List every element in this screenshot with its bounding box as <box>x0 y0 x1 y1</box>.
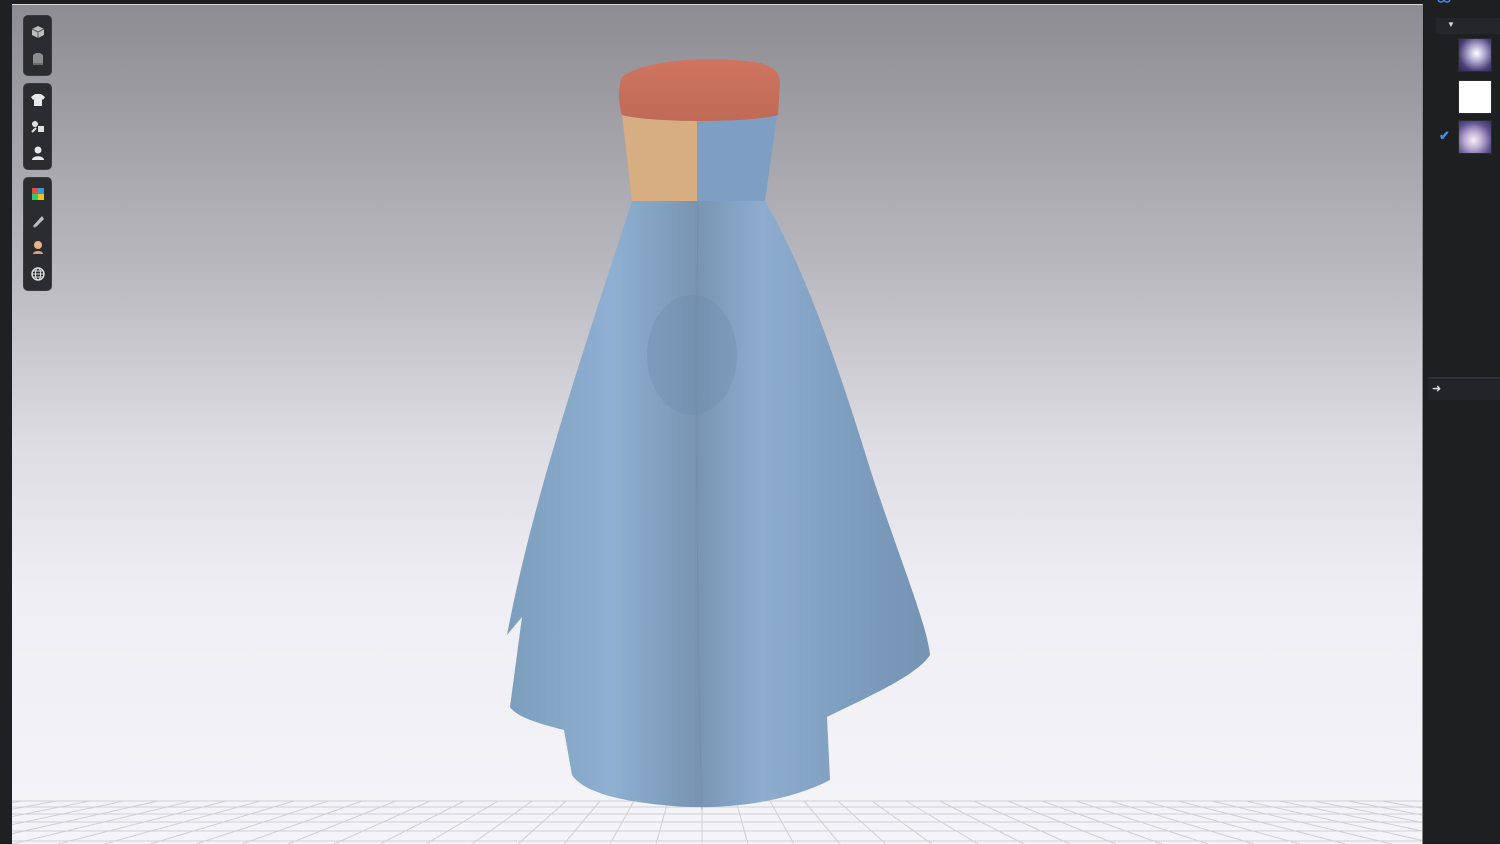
bodice-left-panel <box>622 115 697 201</box>
skirt-shadow <box>647 295 737 415</box>
view-cube-icon <box>31 26 44 39</box>
avatar-button[interactable] <box>27 142 49 164</box>
color-palette-button[interactable] <box>27 183 49 206</box>
bodice-top-band <box>619 59 780 121</box>
link-icon[interactable] <box>1437 0 1451 4</box>
dress-skirt <box>507 201 930 808</box>
check-icon: ✔ <box>1439 128 1450 143</box>
avatar-icon <box>31 146 44 160</box>
right-panel: ▼ ✔ ➜ <box>1424 0 1500 843</box>
fabric-render-button[interactable] <box>27 210 49 233</box>
shirt-button[interactable] <box>27 89 49 111</box>
panel-divider <box>1428 377 1500 379</box>
brush-tools-icon <box>30 121 44 134</box>
view-cube-button[interactable] <box>27 21 49 44</box>
thumbnail-3[interactable] <box>1458 120 1492 154</box>
skin-icon <box>32 241 43 255</box>
fabric-render-icon <box>32 215 44 228</box>
thumbnail-1[interactable] <box>1458 38 1492 72</box>
garment-layer-icon <box>32 52 43 65</box>
dress-model[interactable] <box>12 5 1422 844</box>
brush-tools-button[interactable] <box>27 115 49 137</box>
chevron-down-icon[interactable]: ▼ <box>1447 20 1455 29</box>
color-palette-icon <box>31 188 44 201</box>
toolbar-group-render <box>23 177 52 291</box>
3d-viewport[interactable] <box>12 4 1423 844</box>
toolbar-group-garment <box>23 83 52 170</box>
arrow-right-icon[interactable]: ➜ <box>1432 382 1441 395</box>
toolbar-group-view <box>23 15 52 76</box>
skin-button[interactable] <box>27 236 49 259</box>
shirt-icon <box>30 94 45 107</box>
panel-header[interactable]: ▼ <box>1436 18 1500 34</box>
globe-button[interactable] <box>27 263 49 286</box>
left-edge-strip <box>0 0 12 843</box>
panel-subheader[interactable]: ➜ <box>1428 380 1500 400</box>
globe-icon <box>30 267 45 281</box>
bodice-right-panel <box>697 115 777 201</box>
garment-layer-button[interactable] <box>27 48 49 71</box>
thumbnail-2[interactable] <box>1458 80 1492 114</box>
